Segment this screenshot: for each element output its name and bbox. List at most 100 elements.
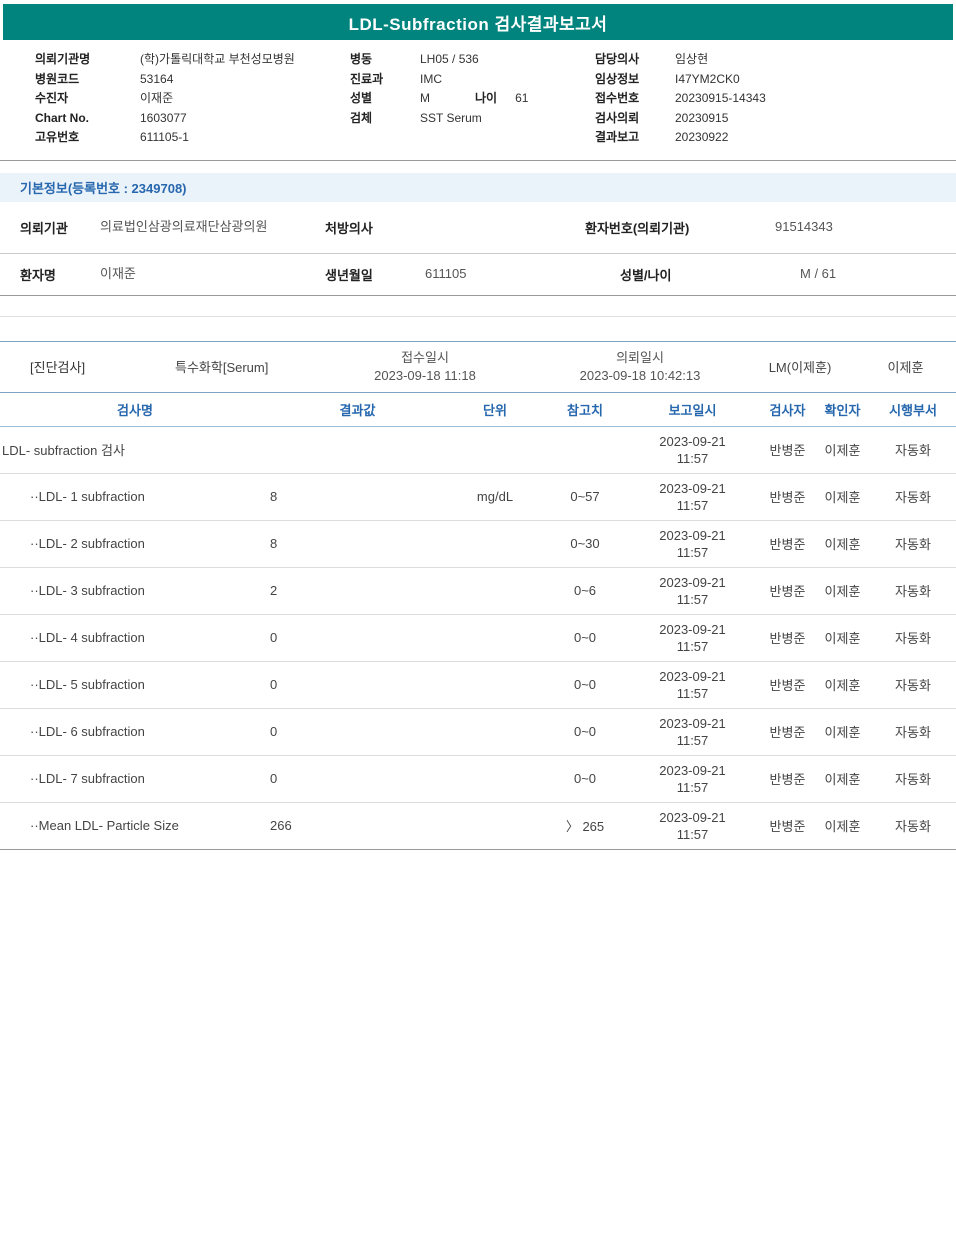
report-date-value: 20230922	[675, 128, 728, 148]
report-time-line: 11:57	[625, 544, 760, 561]
result-cell-tester: 반병준	[760, 581, 815, 600]
report-title-banner: LDL-Subfraction 검사결과보고서	[3, 4, 953, 40]
result-cell-date: 2023-09-2111:57	[625, 809, 760, 843]
exam-test-type: 특수화학[Serum]	[175, 357, 315, 376]
result-cell-ref: 〉 265	[545, 816, 625, 835]
result-cell-verifier: 이제훈	[815, 816, 870, 835]
report-time-line: 11:57	[625, 450, 760, 467]
examinee-label: 수진자	[35, 89, 140, 109]
result-cell-dept: 자동화	[870, 769, 956, 788]
result-cell-tester: 반병준	[760, 534, 815, 553]
birth-date-value: 611105	[425, 265, 585, 283]
result-cell-result: 0	[270, 630, 445, 645]
sex-label: 성별	[350, 89, 420, 109]
receipt-no-label: 접수번호	[595, 89, 675, 109]
report-time-line: 11:57	[625, 732, 760, 749]
report-time-line: 11:57	[625, 685, 760, 702]
sex-age-label: 성별/나이	[620, 265, 800, 284]
patient-no-label: 환자번호(의뢰기관)	[585, 218, 775, 237]
result-cell-date: 2023-09-2111:57	[625, 668, 760, 702]
result-cell-tester: 반병준	[760, 675, 815, 694]
result-cell-date: 2023-09-2111:57	[625, 527, 760, 561]
examinee-value: 이재준	[140, 89, 173, 109]
doctor-label: 담당의사	[595, 50, 675, 70]
report-time-line: 11:57	[625, 826, 760, 843]
request-datetime-value: 2023-09-18 10:42:13	[535, 367, 745, 385]
result-cell-dept: 자동화	[870, 675, 956, 694]
result-cell-name: ··LDL- 1 subfraction	[0, 489, 270, 504]
report-date-line: 2023-09-21	[625, 715, 760, 732]
results-header-cell: 검사자	[760, 400, 815, 419]
info-row-specimen: 검체 SST Serum	[350, 109, 595, 129]
doctor-value: 임상현	[675, 50, 708, 70]
results-header-cell: 참고치	[545, 400, 625, 419]
result-row: ··LDL- 3 subfraction20~62023-09-2111:57반…	[0, 568, 956, 615]
age-value: 61	[515, 89, 528, 109]
department-value: IMC	[420, 70, 442, 90]
result-cell-date: 2023-09-2111:57	[625, 762, 760, 796]
info-row-order-date: 검사의뢰 20230915	[595, 109, 956, 129]
info-row-report-date: 결과보고 20230922	[595, 128, 956, 148]
result-cell-tester: 반병준	[760, 487, 815, 506]
info-row-unique-no: 고유번호 611105-1	[35, 128, 350, 148]
result-cell-dept: 자동화	[870, 581, 956, 600]
result-cell-dept: 자동화	[870, 487, 956, 506]
result-cell-date: 2023-09-2111:57	[625, 621, 760, 655]
exam-reader: LM(이제훈)	[745, 357, 855, 376]
report-date-label: 결과보고	[595, 128, 675, 148]
receipt-datetime-label: 접수일시	[315, 349, 535, 367]
request-datetime-block: 의뢰일시 2023-09-18 10:42:13	[535, 349, 745, 385]
order-date-value: 20230915	[675, 109, 728, 129]
header-info-left: 의뢰기관명 (학)가톨릭대학교 부천성모병원 병원코드 53164 수진자 이재…	[35, 50, 350, 148]
result-cell-name: ··LDL- 4 subfraction	[0, 630, 270, 645]
result-cell-tester: 반병준	[760, 628, 815, 647]
age-label: 나이	[475, 89, 497, 109]
info-row-department: 진료과 IMC	[350, 70, 595, 90]
result-cell-name: ··LDL- 6 subfraction	[0, 724, 270, 739]
result-cell-tester: 반병준	[760, 722, 815, 741]
basic-info-row-1: 의뢰기관 의료법인삼광의료재단삼광의원 처방의사 환자번호(의뢰기관) 9151…	[0, 202, 956, 254]
result-cell-verifier: 이제훈	[815, 487, 870, 506]
results-header-cell: 검사명	[0, 400, 270, 419]
chart-no-value: 1603077	[140, 109, 187, 129]
report-date-line: 2023-09-21	[625, 433, 760, 450]
info-row-org-name: 의뢰기관명 (학)가톨릭대학교 부천성모병원	[35, 50, 350, 70]
exam-category: [진단검사]	[0, 357, 175, 376]
report-date-line: 2023-09-21	[625, 527, 760, 544]
report-time-line: 11:57	[625, 591, 760, 608]
basic-info-section-header: 기본정보(등록번호 : 2349708)	[0, 173, 956, 202]
sex-value: M	[420, 89, 430, 109]
info-row-hospital-code: 병원코드 53164	[35, 70, 350, 90]
result-cell-result: 0	[270, 771, 445, 786]
result-row: ··LDL- 2 subfraction80~302023-09-2111:57…	[0, 521, 956, 568]
results-header-cell: 확인자	[815, 400, 870, 419]
result-cell-name: ··LDL- 2 subfraction	[0, 536, 270, 551]
result-cell-ref: 0~30	[545, 536, 625, 551]
result-cell-result: 8	[270, 489, 445, 504]
receipt-no-value: 20230915-14343	[675, 89, 766, 109]
result-cell-result: 266	[270, 818, 445, 833]
info-row-chart-no: Chart No. 1603077	[35, 109, 350, 129]
result-cell-name: ··Mean LDL- Particle Size	[0, 818, 270, 833]
prescribing-doctor-label: 처방의사	[325, 218, 450, 237]
ward-label: 병동	[350, 50, 420, 70]
receipt-datetime-block: 접수일시 2023-09-18 11:18	[315, 349, 535, 385]
results-header-cell: 결과값	[270, 400, 445, 419]
result-cell-date: 2023-09-2111:57	[625, 574, 760, 608]
exam-section-row: [진단검사] 특수화학[Serum] 접수일시 2023-09-18 11:18…	[0, 341, 956, 393]
info-row-doctor: 담당의사 임상현	[595, 50, 956, 70]
result-row: ··LDL- 4 subfraction00~02023-09-2111:57반…	[0, 615, 956, 662]
results-header-cell: 시행부서	[870, 400, 956, 419]
clinical-info-value: I47YM2CK0	[675, 70, 740, 90]
requesting-org-label: 의뢰기관	[0, 218, 100, 237]
unique-no-label: 고유번호	[35, 128, 140, 148]
result-row: ··LDL- 5 subfraction00~02023-09-2111:57반…	[0, 662, 956, 709]
report-date-line: 2023-09-21	[625, 574, 760, 591]
info-row-receipt-no: 접수번호 20230915-14343	[595, 89, 956, 109]
report-time-line: 11:57	[625, 638, 760, 655]
result-cell-dept: 자동화	[870, 816, 956, 835]
result-row: ··LDL- 6 subfraction00~02023-09-2111:57반…	[0, 709, 956, 756]
patient-name-label: 환자명	[0, 265, 100, 284]
clinical-info-label: 임상정보	[595, 70, 675, 90]
result-row: ··Mean LDL- Particle Size266 〉 2652023-09…	[0, 803, 956, 850]
